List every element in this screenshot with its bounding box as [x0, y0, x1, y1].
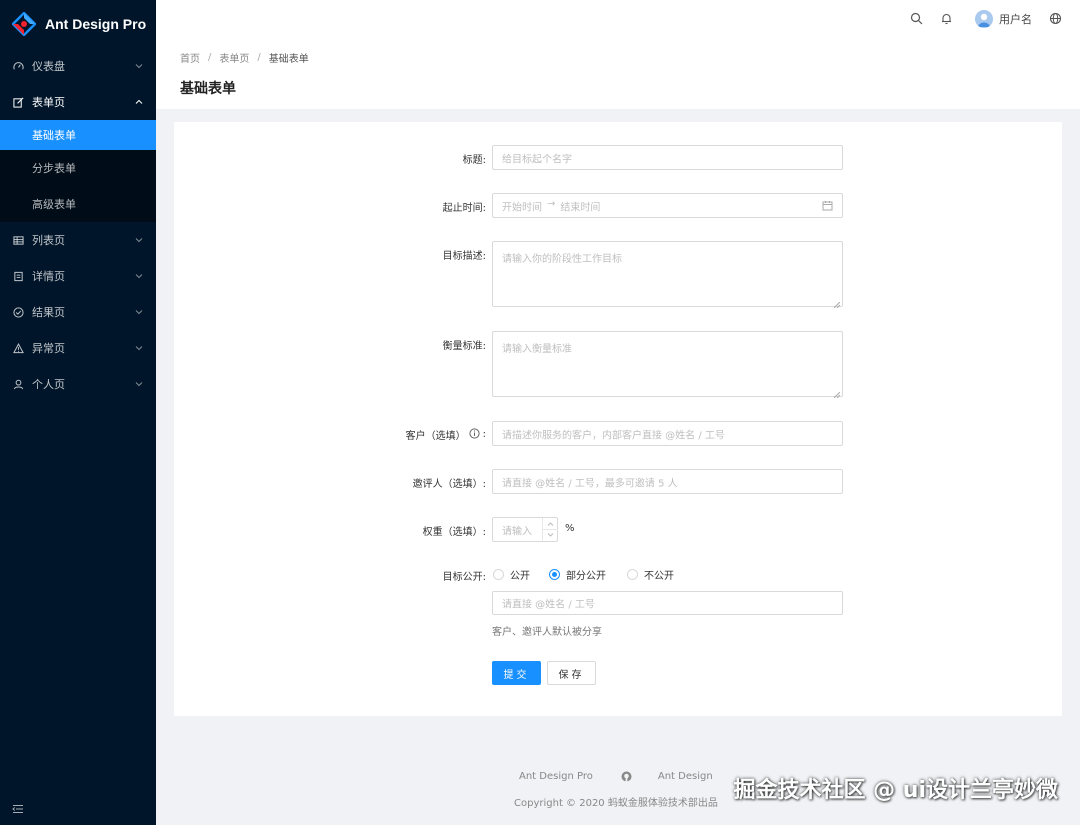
github-icon[interactable] [621, 771, 632, 782]
submit-button[interactable]: 提交 [492, 661, 541, 685]
sidebar-item-form[interactable]: 表单页 [0, 84, 156, 120]
chevron-down-icon [134, 307, 144, 317]
weight-unit: % [565, 523, 575, 534]
goal-label: 目标描述: [442, 251, 486, 262]
dashboard-icon [12, 60, 24, 72]
ant-design-logo-icon [11, 11, 37, 37]
sidebar-item-result[interactable]: 结果页 [0, 294, 156, 330]
footer-link-ant-design-pro[interactable]: Ant Design Pro [519, 771, 593, 782]
breadcrumb-current: 基础表单 [268, 54, 309, 65]
resize-handle-icon[interactable] [833, 298, 841, 309]
page-title: 基础表单 [180, 81, 236, 97]
warning-icon [12, 342, 24, 354]
public-label: 目标公开: [442, 572, 486, 583]
weight-input-number[interactable]: 请输入 [492, 517, 558, 542]
breadcrumb-separator: / [208, 52, 212, 63]
title-label: 标题: [462, 155, 486, 166]
radio-partial-public[interactable]: 部分公开 [549, 567, 606, 582]
footer-copyright: Copyright © 2020 蚂蚁金服体验技术部出品 [514, 798, 718, 809]
app-title: Ant Design Pro [45, 16, 147, 32]
goal-textarea[interactable]: 请输入你的阶段性工作目标 [492, 241, 843, 309]
range-arrow: → [547, 198, 556, 209]
sidebar-menu: 仪表盘 表单页 基础表单 分步表单 高级表单 列表页 详情页 结果页 异常页 个… [0, 48, 156, 402]
logo[interactable]: Ant Design Pro [0, 0, 156, 48]
radio-public[interactable]: 公开 [493, 567, 530, 582]
sidebar-item-advanced-form[interactable]: 高级表单 [0, 186, 156, 222]
weight-label: 权重（选填）: [422, 527, 486, 538]
profile-icon [12, 270, 24, 282]
chevron-down-icon [134, 235, 144, 245]
date-range-picker[interactable]: 开始时间 → 结束时间 [492, 193, 843, 218]
standard-label: 衡量标准: [442, 341, 486, 352]
sidebar-item-basic-form[interactable]: 基础表单 [0, 120, 156, 150]
footer-links: Ant Design Pro Ant Design [519, 771, 713, 782]
invites-label: 邀评人（选填）: [412, 479, 486, 490]
check-circle-icon [12, 306, 24, 318]
bell-icon[interactable] [940, 12, 953, 25]
chevron-down-icon [134, 343, 144, 353]
menu-fold-icon[interactable] [12, 803, 24, 815]
breadcrumb-separator: / [257, 52, 261, 63]
username[interactable]: 用户名 [999, 11, 1032, 27]
globe-icon[interactable] [1049, 12, 1062, 25]
info-circle-icon[interactable] [469, 427, 480, 442]
breadcrumb-form[interactable]: 表单页 [219, 50, 249, 65]
breadcrumb-home[interactable]: 首页 [180, 50, 200, 65]
end-date-placeholder: 结束时间 [560, 202, 601, 213]
chevron-down-icon [134, 379, 144, 389]
table-icon [12, 234, 24, 246]
sidebar-item-profile[interactable]: 详情页 [0, 258, 156, 294]
chevron-down-icon [134, 271, 144, 281]
resize-handle-icon[interactable] [833, 388, 841, 399]
search-icon[interactable] [910, 12, 923, 25]
sidebar-item-account[interactable]: 个人页 [0, 366, 156, 402]
page-header: 首页 / 表单页 / 基础表单 基础表单 [156, 37, 1080, 109]
chevron-down-icon [134, 61, 144, 71]
watermark: 掘金技术社区 @ ui设计兰亭妙微 [733, 778, 1058, 803]
date-range-label: 起止时间: [442, 203, 486, 214]
public-help-text: 客户、邀评人默认被分享 [492, 627, 602, 638]
calendar-icon [822, 200, 833, 214]
user-icon [12, 378, 24, 390]
radio-private[interactable]: 不公开 [627, 567, 674, 582]
sidebar-item-list[interactable]: 列表页 [0, 222, 156, 258]
sidebar-item-step-form[interactable]: 分步表单 [0, 150, 156, 186]
breadcrumb: 首页 / 表单页 / 基础表单 [180, 50, 309, 65]
public-users-input[interactable]: 请直接 @姓名 / 工号 [492, 591, 843, 615]
chevron-up-icon [134, 97, 144, 107]
header-actions: 用户名 [893, 0, 1062, 37]
footer-link-ant-design[interactable]: Ant Design [658, 771, 713, 782]
sidebar-item-exception[interactable]: 异常页 [0, 330, 156, 366]
form-icon [12, 96, 24, 108]
sidebar-item-dashboard[interactable]: 仪表盘 [0, 48, 156, 84]
invites-input[interactable]: 请直接 @姓名 / 工号，最多可邀请 5 人 [492, 469, 843, 494]
standard-textarea[interactable]: 请输入衡量标准 [492, 331, 843, 399]
title-input[interactable]: 给目标起个名字 [492, 145, 843, 170]
sidebar: Ant Design Pro 仪表盘 表单页 基础表单 分步表单 高级表单 列表… [0, 0, 156, 825]
global-header: 用户名 [156, 0, 1080, 37]
client-input[interactable]: 请描述你服务的客户，内部客户直接 @姓名 / 工号 [492, 421, 843, 446]
avatar[interactable] [975, 9, 993, 28]
start-date-placeholder: 开始时间 [502, 202, 542, 213]
client-label: 客户（选填） : [405, 427, 486, 442]
number-stepper[interactable] [542, 518, 558, 541]
save-button[interactable]: 保存 [547, 661, 596, 685]
sidebar-submenu-form: 基础表单 分步表单 高级表单 [0, 120, 156, 222]
